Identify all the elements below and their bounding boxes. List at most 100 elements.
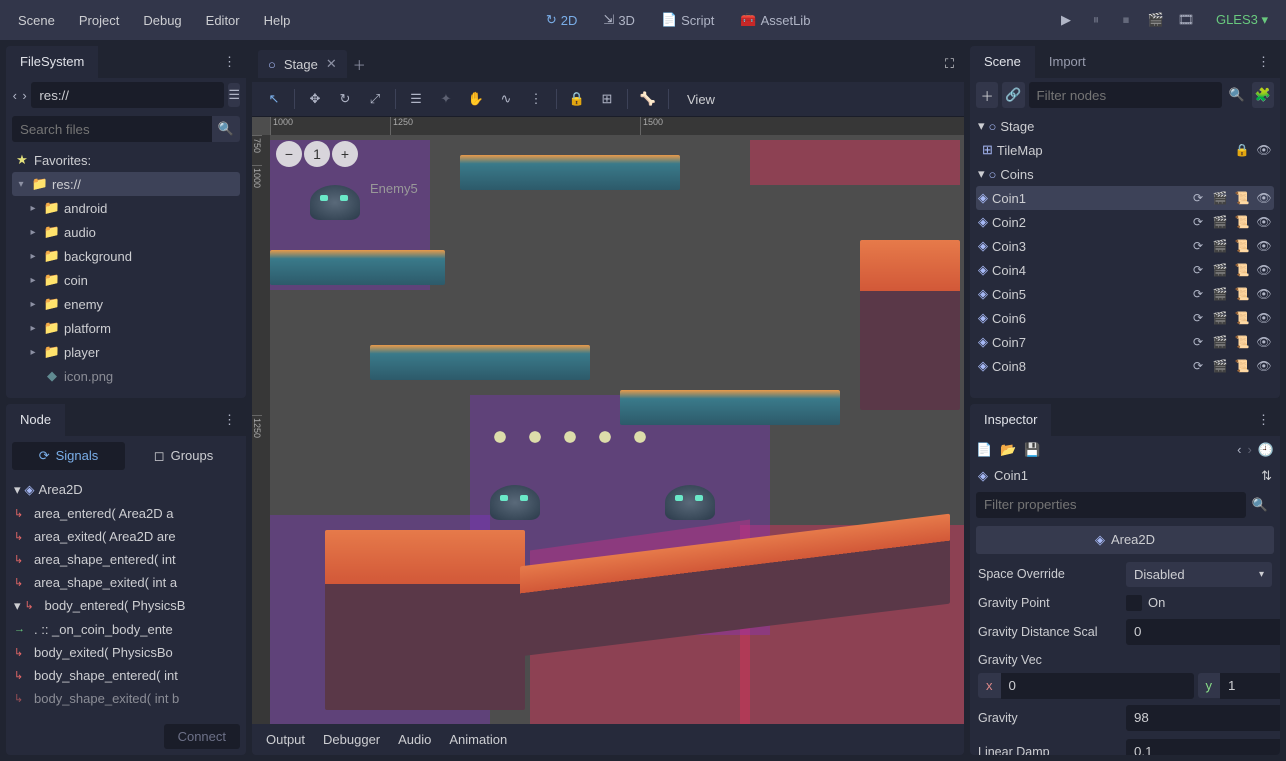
menu-help[interactable]: Help: [254, 7, 301, 34]
filesystem-tab[interactable]: FileSystem: [6, 46, 98, 78]
gravity-dist-input[interactable]: [1126, 619, 1280, 645]
folder-enemy[interactable]: ▸📁enemy: [12, 292, 240, 316]
signal-body-shape-entered[interactable]: ↳body_shape_entered( int: [12, 664, 240, 687]
signal-icon[interactable]: ⟳: [1190, 263, 1206, 277]
folder-player[interactable]: ▸📁player: [12, 340, 240, 364]
chevron-down-icon[interactable]: ▾: [978, 118, 985, 134]
script-icon[interactable]: 📜: [1234, 311, 1250, 325]
node-tab[interactable]: Node: [6, 404, 65, 436]
split-mode-button[interactable]: ☰: [228, 83, 240, 107]
chevron-down-icon[interactable]: ▾: [14, 179, 28, 190]
search-icon[interactable]: 🔍: [1226, 82, 1248, 108]
search-icon[interactable]: 🔍: [1246, 492, 1274, 518]
res-root-folder[interactable]: ▾ 📁 res://: [12, 172, 240, 196]
ruler-tool[interactable]: ∿: [492, 86, 520, 112]
scene-tab-stage[interactable]: ○ Stage ✕: [258, 50, 347, 78]
signal-icon[interactable]: ⟳: [1190, 359, 1206, 373]
instance-icon[interactable]: 🎬: [1212, 287, 1228, 301]
node-coin1[interactable]: ◈Coin1⟳🎬📜👁: [976, 186, 1274, 210]
signal-area-exited[interactable]: ↳area_exited( Area2D are: [12, 525, 240, 548]
groups-tab[interactable]: ◻Groups: [127, 442, 240, 470]
gravity-point-checkbox[interactable]: [1126, 595, 1142, 611]
visibility-icon[interactable]: 👁: [1256, 263, 1272, 277]
folder-coin[interactable]: ▸📁coin: [12, 268, 240, 292]
script-icon[interactable]: 📜: [1234, 335, 1250, 349]
move-tool[interactable]: ✥: [301, 86, 329, 112]
visibility-icon[interactable]: 👁: [1256, 311, 1272, 325]
visibility-icon[interactable]: 👁: [1256, 215, 1272, 229]
menu-scene[interactable]: Scene: [8, 7, 65, 34]
folder-android[interactable]: ▸📁android: [12, 196, 240, 220]
mode-3d[interactable]: ⇲ 3D: [593, 7, 645, 33]
save-resource-icon[interactable]: 💾: [1024, 442, 1040, 458]
nav-forward-button[interactable]: ›: [22, 83, 28, 107]
mode-script[interactable]: 📄 Script: [651, 7, 724, 33]
node-coin5[interactable]: ◈Coin5⟳🎬📜👁: [976, 282, 1274, 306]
add-tab-button[interactable]: ＋: [353, 55, 366, 74]
signal-area-entered[interactable]: ↳area_entered( Area2D a: [12, 502, 240, 525]
signal-connection[interactable]: →. :: _on_coin_body_ente: [12, 618, 240, 641]
gravity-vec-x-input[interactable]: [1001, 673, 1194, 699]
load-resource-icon[interactable]: 📂: [1000, 442, 1016, 458]
close-icon[interactable]: ✕: [326, 56, 337, 72]
class-section-header[interactable]: ◈ Area2D: [976, 526, 1274, 554]
renderer-select[interactable]: GLES3 ▾: [1206, 8, 1278, 32]
lock-tool[interactable]: 🔒: [563, 86, 591, 112]
chevron-right-icon[interactable]: ▸: [26, 323, 40, 334]
pivot-tool[interactable]: ✦: [432, 86, 460, 112]
script-icon[interactable]: 📜: [1234, 239, 1250, 253]
link-scene-button[interactable]: 🔗: [1002, 82, 1024, 108]
inspector-tab[interactable]: Inspector: [970, 404, 1051, 436]
path-input[interactable]: [31, 82, 224, 108]
instance-icon[interactable]: 🎬: [1212, 239, 1228, 253]
panel-options-icon[interactable]: ⋮: [1247, 404, 1280, 436]
folder-background[interactable]: ▸📁background: [12, 244, 240, 268]
instance-icon[interactable]: 🎬: [1212, 263, 1228, 277]
pause-button[interactable]: ⏸: [1086, 10, 1106, 30]
node-coin2[interactable]: ◈Coin2⟳🎬📜👁: [976, 210, 1274, 234]
file-icon-png[interactable]: ◆icon.png: [12, 364, 240, 388]
node-coin4[interactable]: ◈Coin4⟳🎬📜👁: [976, 258, 1274, 282]
select-tool[interactable]: ↖: [260, 86, 288, 112]
script-icon[interactable]: 📜: [1234, 287, 1250, 301]
history-back-icon[interactable]: ‹: [1237, 442, 1241, 458]
node-tilemap[interactable]: ⊞TileMap🔒👁: [976, 138, 1274, 162]
output-tab[interactable]: Output: [266, 732, 305, 747]
signal-body-shape-exited[interactable]: ↳body_shape_exited( int b: [12, 687, 240, 710]
menu-project[interactable]: Project: [69, 7, 129, 34]
panel-options-icon[interactable]: ⋮: [213, 404, 246, 436]
rotate-tool[interactable]: ↻: [331, 86, 359, 112]
signal-icon[interactable]: ⟳: [1190, 335, 1206, 349]
script-icon[interactable]: 📜: [1234, 215, 1250, 229]
file-search-input[interactable]: [12, 116, 212, 142]
animation-tab[interactable]: Animation: [449, 732, 507, 747]
visibility-icon[interactable]: 👁: [1256, 335, 1272, 349]
folder-platform[interactable]: ▸📁platform: [12, 316, 240, 340]
node-coins-group[interactable]: ▾○Coins: [976, 162, 1274, 186]
scale-tool[interactable]: ⤢: [361, 86, 389, 112]
play-button[interactable]: ▶: [1056, 10, 1076, 30]
panel-options-icon[interactable]: ⋮: [1247, 46, 1280, 78]
debugger-tab[interactable]: Debugger: [323, 732, 380, 747]
visibility-icon[interactable]: 👁: [1256, 191, 1272, 205]
signal-body-entered[interactable]: ▾↳body_entered( PhysicsB: [12, 594, 240, 618]
signal-icon[interactable]: ⟳: [1190, 239, 1206, 253]
zoom-in-button[interactable]: +: [332, 141, 358, 167]
chevron-right-icon[interactable]: ▸: [26, 299, 40, 310]
linear-damp-input[interactable]: [1126, 739, 1280, 756]
script-icon[interactable]: 📜: [1234, 263, 1250, 277]
node-coin6[interactable]: ◈Coin6⟳🎬📜👁: [976, 306, 1274, 330]
signal-area-shape-exited[interactable]: ↳area_shape_exited( int a: [12, 571, 240, 594]
script-icon[interactable]: 📜: [1234, 191, 1250, 205]
history-forward-icon[interactable]: ›: [1247, 442, 1251, 458]
node-coin7[interactable]: ◈Coin7⟳🎬📜👁: [976, 330, 1274, 354]
view-menu[interactable]: View: [675, 87, 727, 112]
attatch-script-icon[interactable]: 🧩: [1252, 82, 1274, 108]
expand-props-icon[interactable]: ⇅: [1261, 468, 1272, 484]
bone-tool[interactable]: 🦴: [634, 86, 662, 112]
pan-tool[interactable]: ✋: [462, 86, 490, 112]
chevron-down-icon[interactable]: ▾: [978, 166, 985, 182]
scene-tab[interactable]: Scene: [970, 46, 1035, 78]
menu-editor[interactable]: Editor: [196, 7, 250, 34]
play-scene-button[interactable]: 🎬: [1146, 10, 1166, 30]
